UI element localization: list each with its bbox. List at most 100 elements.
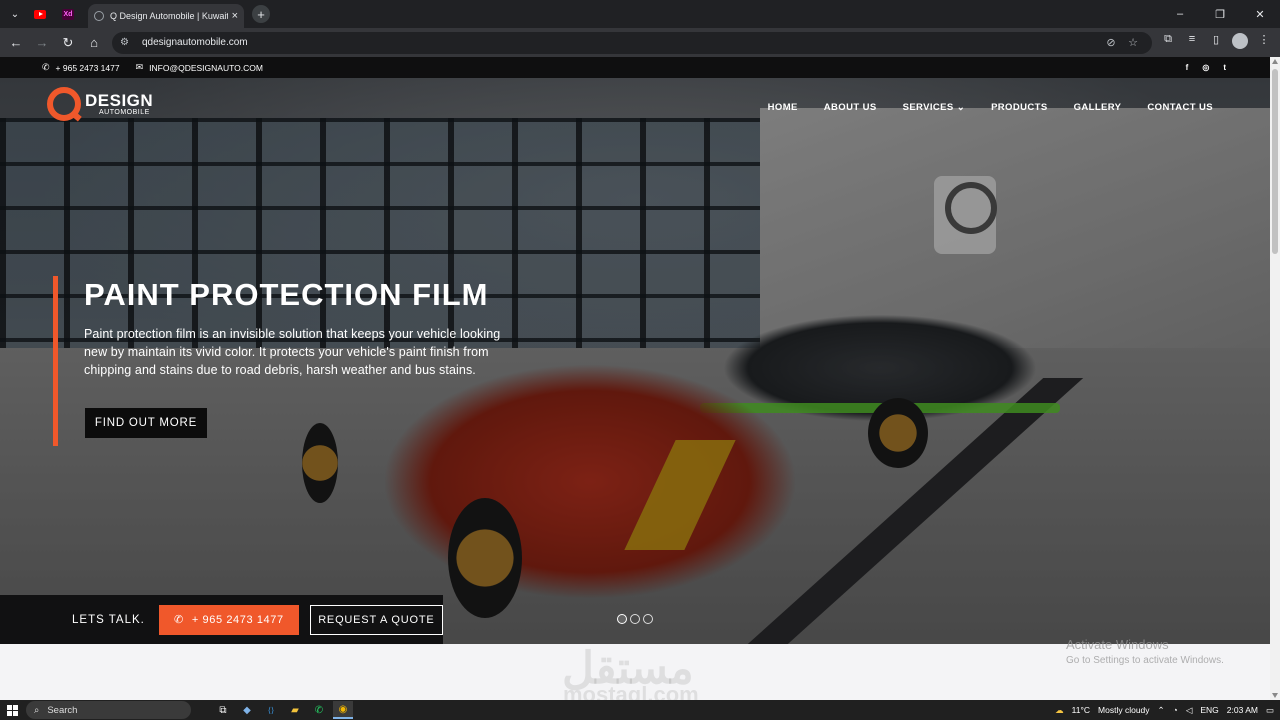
back-button[interactable]: ← [4, 31, 28, 55]
menu-item-home[interactable]: HOME [768, 102, 798, 113]
weather-desc[interactable]: Mostly cloudy [1098, 705, 1150, 715]
site-info-icon[interactable]: ⚙ [120, 37, 134, 48]
hero-accent-bar [53, 276, 58, 446]
taskbar-apps: ⧉ ◆ ⟨⟩ ▰ ✆ ◉ [213, 701, 353, 719]
activate-windows-notice: Activate Windows Go to Settings to activ… [1066, 637, 1224, 667]
watermark-latin: mostaql.com [563, 682, 699, 700]
menu-item-gallery[interactable]: GALLERY [1074, 102, 1122, 113]
slider-dot[interactable] [630, 614, 640, 624]
profile-icon[interactable] [1228, 33, 1252, 52]
notifications-icon[interactable]: ▭ [1266, 705, 1274, 716]
extensions-icon[interactable]: ⧉ [1156, 33, 1180, 52]
whatsapp-icon[interactable]: ✆ [309, 701, 329, 719]
reload-button[interactable]: ↻ [56, 31, 80, 55]
scroll-down-icon[interactable] [1272, 693, 1278, 698]
browser-tab-strip: ⌄ Xd Q Design Automobile | Kuwait's × + … [0, 0, 1280, 28]
toolbar-actions: ⧉ ≡ ▯ ⋮ [1156, 33, 1276, 52]
menu-item-products[interactable]: PRODUCTS [991, 102, 1048, 113]
home-button[interactable]: ⌂ [82, 31, 106, 55]
instagram-icon[interactable]: ◎ [1202, 63, 1209, 72]
lets-talk-label: LETS TALK. [72, 613, 145, 626]
site-topbar: ✆ + 965 2473 1477 ✉ INFO@QDESIGNAUTO.COM… [0, 57, 1270, 78]
twitter-icon[interactable]: t [1223, 63, 1226, 72]
menu-item-contact[interactable]: CONTACT US [1147, 102, 1213, 113]
social-links: f ◎ t [1186, 63, 1226, 72]
phone-icon: ✆ [174, 614, 184, 626]
hero-slider: DESIGN AUTOMOBILE HOME ABOUT US SERVICES… [0, 78, 1270, 644]
url-text[interactable]: qdesignautomobile.com [142, 37, 1100, 48]
topbar-phone[interactable]: ✆ + 965 2473 1477 [42, 62, 120, 73]
slider-dot[interactable] [617, 614, 627, 624]
slider-dot[interactable] [643, 614, 653, 624]
scrollbar-thumb[interactable] [1272, 69, 1278, 254]
request-quote-button[interactable]: REQUEST A QUOTE [309, 604, 443, 635]
tab-title: Q Design Automobile | Kuwait's [110, 11, 228, 21]
minimize-button[interactable]: – [1160, 0, 1200, 28]
logo-text: DESIGN AUTOMOBILE [85, 92, 153, 116]
call-button-label: + 965 2473 1477 [191, 613, 284, 626]
close-window-button[interactable]: ✕ [1240, 0, 1280, 28]
copilot-icon[interactable]: ◆ [237, 701, 257, 719]
sidepanel-icon[interactable]: ▯ [1204, 33, 1228, 52]
hero-description: Paint protection film is an invisible so… [84, 327, 501, 377]
new-tab-button[interactable]: + [252, 5, 270, 23]
cta-bar: LETS TALK. ✆ + 965 2473 1477 REQUEST A Q… [0, 595, 443, 644]
star-icon[interactable]: ☆ [1122, 36, 1144, 49]
tray-chevron-icon[interactable]: ⌃ [1158, 705, 1165, 716]
volume-icon[interactable]: ◁ [1186, 705, 1193, 716]
tab-search-button[interactable]: ⌄ [4, 3, 26, 25]
network-icon[interactable]: ◔ [1173, 705, 1178, 715]
youtube-icon [34, 9, 46, 19]
task-view-icon[interactable]: ⧉ [213, 701, 233, 719]
phone-icon: ✆ [42, 62, 50, 72]
slider-dots [617, 614, 653, 624]
system-tray: ☁ 11°C Mostly cloudy ⌃ ◔ ◁ ENG 2:03 AM ▭ [1055, 705, 1274, 716]
logo-sub: AUTOMOBILE [99, 109, 150, 116]
topbar-email-text[interactable]: INFO@QDESIGNAUTO.COM [149, 63, 263, 73]
windows-taskbar: ⌕ Search ⧉ ◆ ⟨⟩ ▰ ✆ ◉ ☁ 11°C Mostly clou… [0, 700, 1280, 720]
globe-icon [94, 11, 104, 21]
start-button[interactable] [0, 704, 24, 716]
eye-off-icon[interactable]: ⊘ [1100, 36, 1122, 49]
menu-item-about[interactable]: ABOUT US [824, 102, 877, 113]
q-logo-icon [47, 87, 81, 121]
web-page: ✆ + 965 2473 1477 ✉ INFO@QDESIGNAUTO.COM… [0, 57, 1270, 700]
call-button[interactable]: ✆ + 965 2473 1477 [158, 604, 299, 635]
tab-close-icon[interactable]: × [232, 10, 238, 22]
weather-temp[interactable]: 11°C [1072, 705, 1090, 715]
find-out-more-button[interactable]: FIND OUT MORE [85, 408, 207, 438]
forward-button[interactable]: → [30, 31, 54, 55]
menu-icon[interactable]: ⋮ [1252, 33, 1276, 52]
facebook-icon[interactable]: f [1186, 63, 1189, 72]
clock[interactable]: 2:03 AM [1227, 705, 1258, 715]
menu-item-services[interactable]: SERVICES ⌄ [903, 102, 965, 113]
main-menu: HOME ABOUT US SERVICES ⌄ PRODUCTS GALLER… [768, 102, 1213, 113]
chrome-icon[interactable]: ◉ [333, 701, 353, 719]
weather-icon[interactable]: ☁ [1055, 705, 1064, 716]
language-indicator[interactable]: ENG [1200, 705, 1218, 715]
restore-button[interactable]: ❐ [1200, 0, 1240, 28]
media-icon[interactable]: ≡ [1180, 33, 1204, 52]
pinned-tab-youtube[interactable] [26, 3, 54, 25]
scroll-up-icon[interactable] [1272, 59, 1278, 64]
activate-subtitle: Go to Settings to activate Windows. [1066, 654, 1224, 666]
activate-title: Activate Windows [1066, 637, 1169, 652]
logo-main: DESIGN [85, 91, 154, 110]
window-controls: – ❐ ✕ [1160, 0, 1280, 28]
topbar-phone-text[interactable]: + 965 2473 1477 [56, 63, 120, 73]
address-bar[interactable]: ⚙ qdesignautomobile.com ⊘ ☆ [112, 31, 1152, 54]
pinned-tab-xd[interactable]: Xd [54, 3, 82, 25]
xd-icon: Xd [62, 8, 74, 20]
browser-toolbar: ← → ↻ ⌂ ⚙ qdesignautomobile.com ⊘ ☆ ⧉ ≡ … [0, 28, 1280, 57]
topbar-email[interactable]: ✉ INFO@QDESIGNAUTO.COM [136, 62, 263, 73]
file-explorer-icon[interactable]: ▰ [285, 701, 305, 719]
active-tab[interactable]: Q Design Automobile | Kuwait's × [88, 4, 244, 28]
mail-icon: ✉ [135, 62, 144, 72]
vscode-icon[interactable]: ⟨⟩ [261, 701, 281, 719]
taskbar-search-label: Search [47, 704, 78, 716]
search-icon: ⌕ [34, 704, 40, 716]
taskbar-search[interactable]: ⌕ Search [26, 701, 191, 719]
site-logo[interactable]: DESIGN AUTOMOBILE [47, 87, 153, 121]
page-scrollbar[interactable] [1270, 57, 1280, 700]
windows-icon [6, 704, 18, 716]
